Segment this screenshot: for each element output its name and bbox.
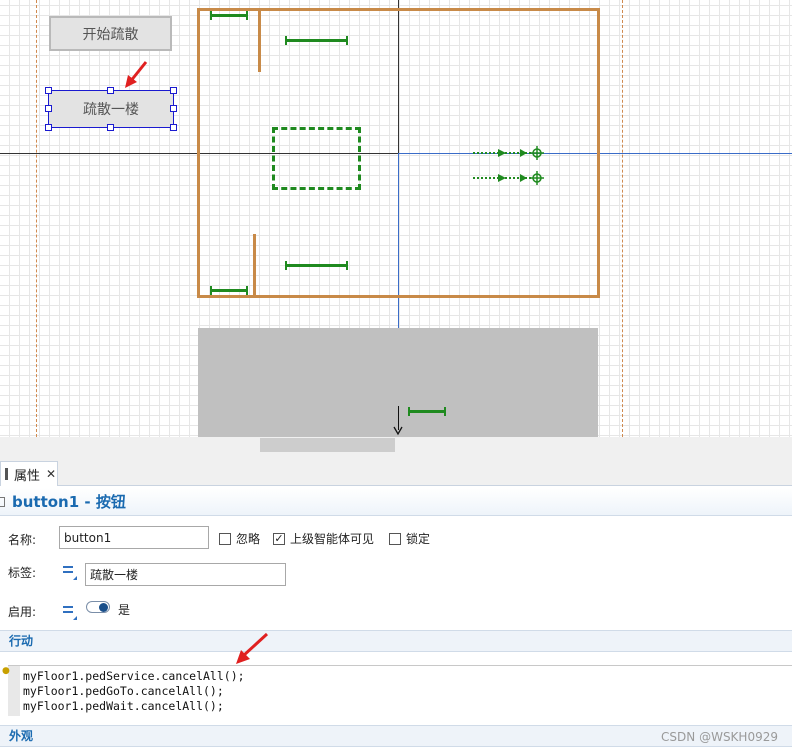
- code-line: myFloor1.pedGoTo.cancelAll();: [23, 684, 224, 698]
- static-value-icon[interactable]: [63, 566, 77, 580]
- selection-handle[interactable]: [107, 124, 114, 131]
- tab-bar: 属性 ✕: [0, 453, 792, 486]
- close-icon[interactable]: ✕: [46, 467, 56, 481]
- name-label: 名称:: [8, 533, 37, 547]
- lock-label: 锁定: [406, 532, 431, 546]
- target-line[interactable]: [285, 36, 348, 45]
- selection-handle[interactable]: [170, 105, 177, 112]
- evacuate-floor1-label: 疏散一楼: [83, 102, 139, 118]
- appearance-section-label: 外观: [9, 729, 34, 743]
- label-field[interactable]: [85, 563, 286, 586]
- ignore-label: 忽略: [236, 532, 261, 546]
- collapse-icon[interactable]: [0, 497, 5, 507]
- canvas-guide-left: [36, 0, 37, 437]
- visible-label: 上级智能体可见: [290, 532, 375, 546]
- start-evacuation-button[interactable]: 开始疏散: [49, 16, 172, 51]
- target-line[interactable]: [210, 286, 248, 295]
- checkbox-box[interactable]: [219, 532, 231, 545]
- canvas-guide-right: [622, 0, 623, 437]
- lightbulb-icon: ●: [2, 666, 10, 676]
- action-code-editor[interactable]: myFloor1.pedService.cancelAll(); myFloor…: [8, 665, 792, 716]
- checkbox-box[interactable]: [389, 532, 401, 545]
- name-field[interactable]: [59, 526, 209, 549]
- selection-handle[interactable]: [45, 124, 52, 131]
- path-arrows[interactable]: [470, 144, 550, 188]
- scrollbar-thumb[interactable]: [260, 438, 395, 452]
- annotation-arrow: [236, 632, 269, 664]
- target-line[interactable]: [285, 261, 348, 270]
- selection-handle[interactable]: [45, 105, 52, 112]
- watermark: CSDN @WSKH0929: [661, 730, 778, 744]
- tab-properties[interactable]: 属性 ✕: [0, 461, 58, 486]
- enabled-value: 是: [118, 603, 131, 617]
- lock-checkbox[interactable]: 锁定: [389, 530, 430, 547]
- label-label: 标签:: [8, 566, 37, 580]
- selection-handle[interactable]: [45, 87, 52, 94]
- properties-panel: 属性 ✕ button1 - 按钮 名称: 忽略 ✓ 上级智能体可见 锁定 标签…: [0, 453, 792, 752]
- enabled-toggle[interactable]: [86, 601, 110, 613]
- selection-handle[interactable]: [170, 87, 177, 94]
- action-section-header[interactable]: 行动: [0, 630, 792, 652]
- page-title: button1 - 按钮: [12, 493, 126, 511]
- properties-icon: [5, 468, 8, 480]
- tab-properties-label: 属性: [14, 468, 41, 484]
- horizontal-scrollbar[interactable]: [0, 437, 792, 453]
- visible-checkbox[interactable]: ✓ 上级智能体可见: [273, 530, 374, 547]
- ignore-checkbox[interactable]: 忽略: [219, 530, 260, 547]
- wait-area[interactable]: [272, 127, 361, 190]
- properties-title-bar: button1 - 按钮: [0, 488, 792, 516]
- annotation-arrow: [125, 61, 148, 88]
- start-evacuation-label: 开始疏散: [82, 26, 139, 43]
- model-canvas[interactable]: 开始疏散 疏散一楼: [0, 0, 792, 437]
- target-line[interactable]: [408, 407, 446, 416]
- target-line[interactable]: [210, 11, 248, 20]
- inner-wall-bottom[interactable]: [253, 234, 256, 296]
- evacuate-floor1-button[interactable]: 疏散一楼: [48, 90, 174, 128]
- selection-handle[interactable]: [170, 124, 177, 131]
- checkbox-box-checked[interactable]: ✓: [273, 532, 285, 545]
- selection-handle[interactable]: [107, 87, 114, 94]
- code-line: myFloor1.pedWait.cancelAll();: [23, 699, 224, 713]
- code-line: myFloor1.pedService.cancelAll();: [23, 669, 245, 683]
- static-value-icon[interactable]: [63, 606, 77, 620]
- enabled-label: 启用:: [8, 605, 37, 619]
- inner-wall-top[interactable]: [258, 8, 261, 72]
- entry-arrow-head: [393, 426, 403, 436]
- action-section-label: 行动: [9, 634, 34, 648]
